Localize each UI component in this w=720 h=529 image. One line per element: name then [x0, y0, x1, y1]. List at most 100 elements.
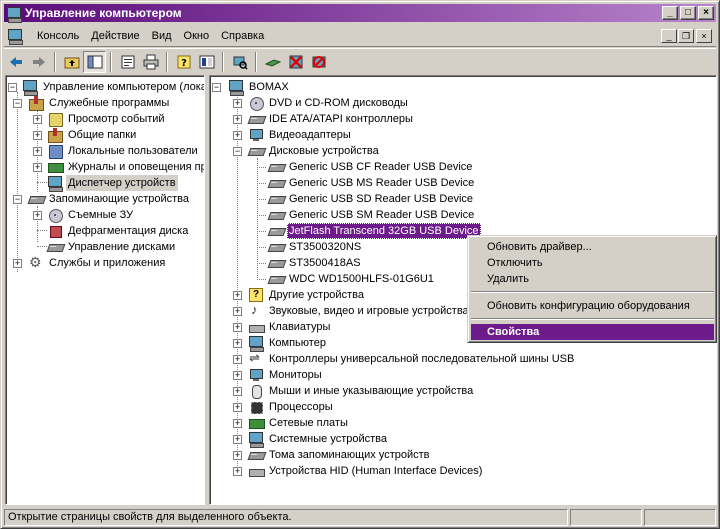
device-wdc-wd1500[interactable]: WDC WD1500HLFS-01G6U1	[268, 271, 436, 287]
scan-hardware-button[interactable]	[228, 51, 251, 73]
close-button[interactable]: ×	[698, 6, 714, 20]
collapse-toggle[interactable]: −	[8, 83, 17, 92]
print-button[interactable]	[139, 51, 162, 73]
properties-icon	[121, 55, 134, 68]
menu-action[interactable]: Действие	[85, 27, 145, 45]
child-restore-button[interactable]: ❐	[678, 28, 694, 43]
disable-device-button[interactable]	[307, 51, 330, 73]
device-usb-ms-reader[interactable]: Generic USB MS Reader USB Device	[268, 175, 476, 191]
tree-item-services-apps[interactable]: + Службы и приложения	[8, 254, 167, 271]
device-jetflash[interactable]: JetFlash Transcend 32GB USB Device	[268, 223, 481, 239]
expand-toggle[interactable]: +	[233, 403, 242, 412]
device-usb-sm-reader[interactable]: Generic USB SM Reader USB Device	[268, 207, 476, 223]
expand-toggle[interactable]: +	[33, 131, 42, 140]
tree-item-system-tools[interactable]: − Служебные программы	[8, 95, 171, 111]
expand-toggle[interactable]: +	[233, 451, 242, 460]
title-bar[interactable]: Управление компьютером _ □ ×	[4, 4, 716, 23]
console-tree-pane[interactable]: − Управление компьютером (локаль − Служе…	[5, 75, 205, 505]
expand-toggle[interactable]: +	[233, 467, 242, 476]
uninstall-icon	[289, 55, 302, 68]
category-display-adapters[interactable]: + Видеоадаптеры	[212, 127, 353, 143]
device-st3500418as[interactable]: ST3500418AS	[268, 255, 363, 271]
expand-toggle[interactable]: +	[233, 371, 242, 380]
toolbar-separator	[166, 51, 168, 72]
category-other-devices[interactable]: + Другие устройства	[212, 287, 366, 303]
expand-toggle[interactable]: +	[33, 163, 42, 172]
menu-disable[interactable]: Отключить	[471, 255, 714, 271]
device-st3500320ns[interactable]: ST3500320NS	[268, 239, 363, 255]
category-usb-controllers[interactable]: + Контроллеры универсальной последовател…	[212, 350, 576, 367]
back-button[interactable]	[4, 51, 27, 73]
category-computer[interactable]: + Компьютер	[212, 335, 328, 352]
up-level-button[interactable]	[60, 51, 83, 73]
properties-button[interactable]	[116, 51, 139, 73]
expand-toggle[interactable]: +	[233, 387, 242, 396]
expand-toggle[interactable]: +	[233, 99, 242, 108]
tree-item-computer-root[interactable]: − BOMAX	[212, 79, 291, 96]
tree-item-storage[interactable]: − Запоминающие устройства	[8, 191, 191, 207]
child-minimize-button[interactable]: _	[661, 28, 677, 43]
category-keyboards[interactable]: + Клавиатуры	[212, 319, 332, 335]
tree-item-shared-folders[interactable]: + Общие папки	[8, 127, 138, 143]
update-driver-button[interactable]	[261, 51, 284, 73]
category-monitors[interactable]: + Мониторы	[212, 367, 324, 383]
tree-item-disk-management[interactable]: Управление дисками	[8, 239, 177, 255]
category-mice[interactable]: + Мыши и иные указывающие устройства	[212, 383, 475, 399]
uninstall-button[interactable]	[284, 51, 307, 73]
collapse-toggle[interactable]: −	[212, 83, 221, 92]
menu-help[interactable]: Справка	[215, 27, 270, 45]
tree-item-defragmenter[interactable]: Дефрагментация диска	[8, 223, 190, 239]
expand-toggle[interactable]: +	[233, 291, 242, 300]
expand-toggle[interactable]: +	[33, 147, 42, 156]
category-dvd-cdrom[interactable]: + DVD и CD-ROM дисководы	[212, 95, 410, 111]
expand-toggle[interactable]: +	[233, 339, 242, 348]
expand-toggle[interactable]: +	[233, 355, 242, 364]
expand-toggle[interactable]: +	[13, 259, 22, 268]
tree-item-computer-management[interactable]: − Управление компьютером (локаль	[8, 79, 204, 96]
expand-toggle[interactable]: +	[233, 115, 242, 124]
menu-uninstall[interactable]: Удалить	[471, 271, 714, 287]
menu-view[interactable]: Вид	[146, 27, 178, 45]
category-disk-drives[interactable]: − Дисковые устройства	[212, 143, 381, 159]
collapse-toggle[interactable]: −	[233, 147, 242, 156]
menu-scan-hardware[interactable]: Обновить конфигурацию оборудования	[471, 298, 714, 314]
device-usb-cf-reader[interactable]: Generic USB CF Reader USB Device	[268, 159, 474, 175]
tree-item-removable-storage[interactable]: + Съемные ЗУ	[8, 207, 135, 223]
collapse-toggle[interactable]: −	[13, 99, 22, 108]
help-button[interactable]: ?	[172, 51, 195, 73]
category-network-adapters[interactable]: + Сетевые платы	[212, 415, 350, 431]
expand-toggle[interactable]: +	[233, 419, 242, 428]
tree-item-perf-logs[interactable]: + Журналы и оповещения пр	[8, 159, 204, 175]
collapse-toggle[interactable]: −	[13, 195, 22, 204]
device-usb-sd-reader[interactable]: Generic USB SD Reader USB Device	[268, 191, 475, 207]
tree-item-event-viewer[interactable]: + Просмотр событий	[8, 111, 167, 127]
console-icon[interactable]	[7, 28, 27, 45]
show-hide-tree-button[interactable]	[83, 50, 106, 73]
category-ide-controllers[interactable]: + IDE ATA/ATAPI контроллеры	[212, 111, 415, 127]
menu-console[interactable]: Консоль	[31, 27, 85, 45]
menu-window[interactable]: Окно	[178, 27, 216, 45]
view-button[interactable]	[195, 51, 218, 73]
expand-toggle[interactable]: +	[233, 307, 242, 316]
tree-item-label: Управление дисками	[68, 241, 176, 253]
menu-update-driver[interactable]: Обновить драйвер...	[471, 239, 714, 255]
tree-item-local-users[interactable]: + Локальные пользователи	[8, 143, 200, 159]
expand-toggle[interactable]: +	[233, 131, 242, 140]
tree-item-device-manager[interactable]: Диспетчер устройств	[8, 175, 178, 192]
category-processors[interactable]: + Процессоры	[212, 399, 335, 415]
menu-properties[interactable]: Свойства	[471, 324, 714, 340]
category-sound-video[interactable]: + Звуковые, видео и игровые устройства	[212, 302, 471, 319]
category-hid[interactable]: + Устройства HID (Human Interface Device…	[212, 463, 484, 479]
expand-toggle[interactable]: +	[33, 115, 42, 124]
maximize-button[interactable]: □	[680, 6, 696, 20]
expand-toggle[interactable]: +	[33, 211, 42, 220]
expand-toggle[interactable]: +	[233, 435, 242, 444]
forward-button[interactable]	[27, 51, 50, 73]
minimize-button[interactable]: _	[662, 6, 678, 20]
expand-toggle[interactable]: +	[233, 323, 242, 332]
category-system-devices[interactable]: + Системные устройства	[212, 431, 389, 448]
disk-drives-icon	[248, 143, 264, 159]
child-close-button[interactable]: ×	[696, 28, 712, 43]
hid-icon	[248, 463, 265, 479]
category-storage-volumes[interactable]: + Тома запоминающих устройств	[212, 447, 432, 463]
